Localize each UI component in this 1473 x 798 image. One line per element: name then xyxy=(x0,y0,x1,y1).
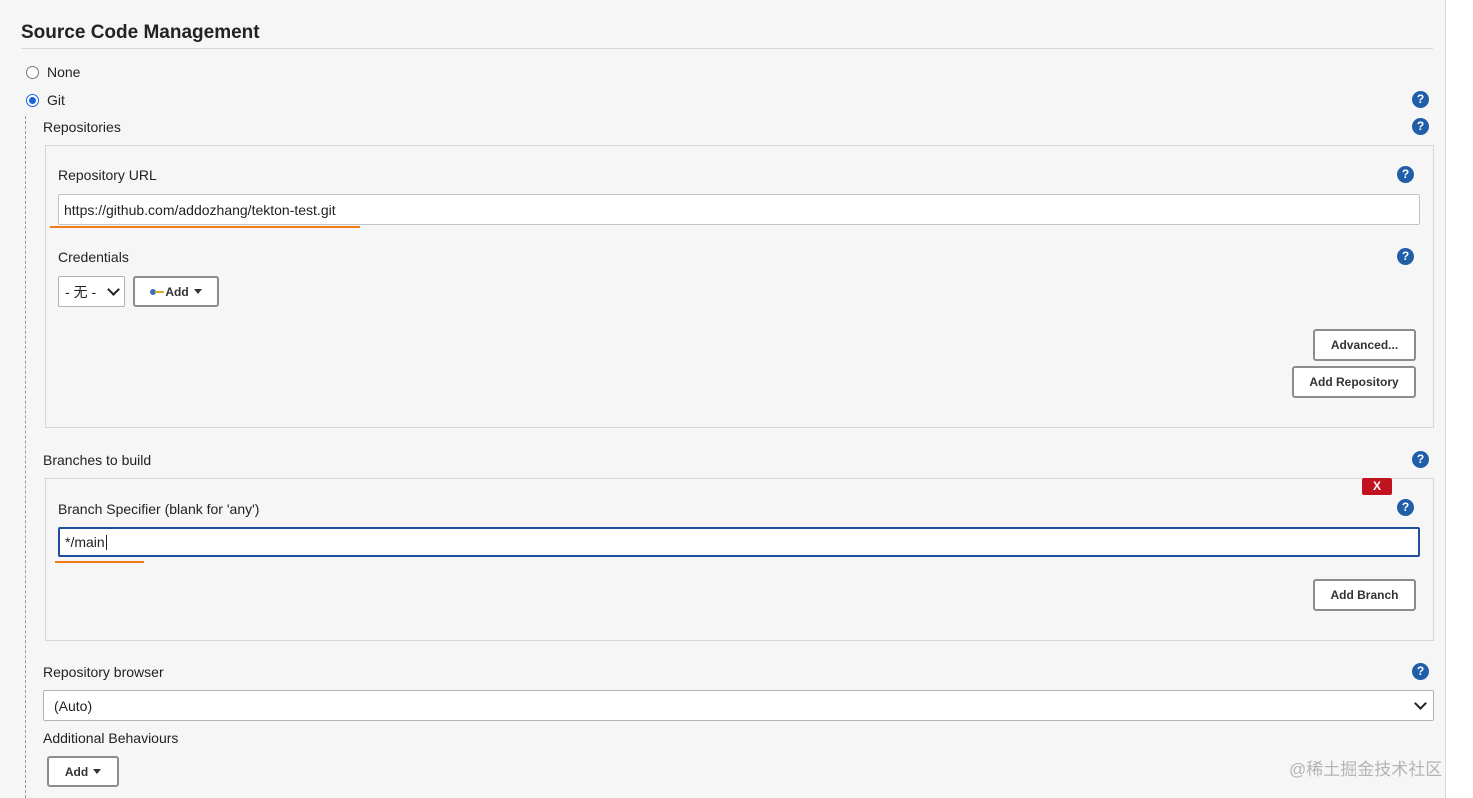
branch-highlight-underline xyxy=(55,561,144,563)
credentials-select[interactable]: - 无 - xyxy=(58,276,125,307)
section-divider xyxy=(21,48,1433,49)
repository-browser-label: Repository browser xyxy=(43,664,164,680)
config-panel: Source Code Management None Git ? Reposi… xyxy=(0,0,1446,798)
section-title: Source Code Management xyxy=(21,22,260,43)
repository-box: Repository URL ? https://github.com/addo… xyxy=(45,145,1434,428)
help-icon[interactable]: ? xyxy=(1412,118,1429,135)
branch-specifier-label: Branch Specifier (blank for 'any') xyxy=(58,501,260,517)
help-icon[interactable]: ? xyxy=(1397,499,1414,516)
add-behaviour-button[interactable]: Add xyxy=(47,756,119,787)
add-branch-button[interactable]: Add Branch xyxy=(1313,579,1416,611)
add-credentials-button[interactable]: Add xyxy=(133,276,219,307)
radio-git[interactable] xyxy=(26,93,39,107)
repository-url-input[interactable]: https://github.com/addozhang/tekton-test… xyxy=(58,194,1420,225)
branch-box: X Branch Specifier (blank for 'any') ? *… xyxy=(45,478,1434,641)
help-icon[interactable]: ? xyxy=(1412,663,1429,680)
help-icon[interactable]: ? xyxy=(1397,166,1414,183)
scm-option-none-label: None xyxy=(47,64,81,80)
git-section-guide xyxy=(25,116,26,798)
repositories-label: Repositories xyxy=(43,119,121,135)
delete-branch-button[interactable]: X xyxy=(1362,478,1392,495)
help-icon[interactable]: ? xyxy=(1412,451,1429,468)
advanced-button[interactable]: Advanced... xyxy=(1313,329,1416,361)
text-cursor xyxy=(105,534,107,550)
chevron-down-icon xyxy=(1414,697,1427,710)
scm-option-git[interactable]: Git xyxy=(26,92,65,108)
additional-behaviours-label: Additional Behaviours xyxy=(43,730,179,746)
caret-down-icon xyxy=(93,769,102,774)
radio-none[interactable] xyxy=(26,65,39,79)
watermark: @稀土掘金技术社区 xyxy=(1289,760,1443,779)
repository-url-label: Repository URL xyxy=(58,167,157,183)
help-icon[interactable]: ? xyxy=(1412,91,1429,108)
branch-specifier-input[interactable]: */main xyxy=(58,527,1420,557)
chevron-down-icon xyxy=(107,283,120,296)
repository-url-value: https://github.com/addozhang/tekton-test… xyxy=(64,201,336,218)
key-icon xyxy=(150,288,165,296)
add-repository-button[interactable]: Add Repository xyxy=(1292,366,1416,398)
branches-label: Branches to build xyxy=(43,452,152,468)
add-credentials-label: Add xyxy=(165,284,189,299)
branch-specifier-value: */main xyxy=(65,534,105,550)
repository-browser-value: (Auto) xyxy=(54,697,93,714)
caret-down-icon xyxy=(193,289,202,294)
scm-option-git-label: Git xyxy=(47,92,65,108)
url-highlight-underline xyxy=(50,226,360,228)
repository-browser-select[interactable]: (Auto) xyxy=(43,690,1434,721)
credentials-label: Credentials xyxy=(58,249,129,265)
scm-option-none[interactable]: None xyxy=(26,64,80,80)
help-icon[interactable]: ? xyxy=(1397,248,1414,265)
credentials-selected-value: - 无 - xyxy=(65,283,97,300)
add-behaviour-label: Add xyxy=(64,764,89,779)
